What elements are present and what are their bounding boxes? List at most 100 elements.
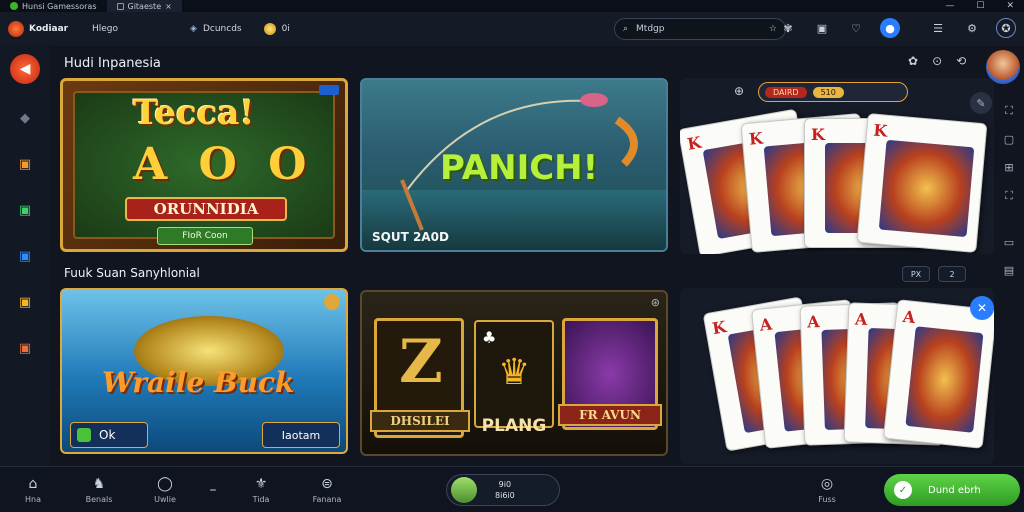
home-icon: ⌂ xyxy=(28,475,38,492)
playing-card-rank: A xyxy=(806,312,820,332)
nav-balance[interactable]: ◈ Dcuncds xyxy=(190,24,242,34)
cube-gold-icon[interactable]: ▣ xyxy=(13,290,37,314)
games-icon: ♞ xyxy=(92,475,106,492)
minimize-button[interactable]: — xyxy=(945,1,954,11)
settings-icon[interactable]: ⚙ xyxy=(962,18,982,38)
wallet-text: 9i0 8i6i0 xyxy=(495,479,515,501)
grid-icon[interactable]: ⊞ xyxy=(1004,161,1013,174)
settings-gear-icon[interactable]: ✿ xyxy=(908,54,918,68)
bottom-nav-support[interactable]: ◎ Fuss xyxy=(794,476,860,504)
treasure-title: Tecca! xyxy=(133,93,255,133)
browser-tab-2[interactable]: Gitaeste × xyxy=(106,0,182,12)
crop-icon[interactable]: ⛶ xyxy=(1005,189,1013,203)
playing-card-rank: K xyxy=(685,132,703,154)
fish-slot-title: Wraile Buck xyxy=(102,366,295,399)
cube-orange-icon[interactable]: ▣ xyxy=(13,152,37,176)
game-card-fish-slot[interactable]: Wraile Buck Ok Iaotam xyxy=(60,288,348,454)
tab-square-icon xyxy=(116,2,124,10)
coin-balance-value: 0i xyxy=(281,24,290,34)
cube-multi-icon[interactable]: ▣ xyxy=(13,336,37,360)
slot-panel-right-label: FR AVUN xyxy=(558,404,662,426)
browser-tab-1[interactable]: Hunsi Gamessoras xyxy=(0,0,107,12)
right-toolbar: ⛶ ▢ ⊞ ⛶ ▭ ▤ xyxy=(994,104,1024,277)
menu-icon[interactable]: ☰ xyxy=(928,18,948,38)
fish-slot-ok-button[interactable]: Ok xyxy=(70,422,148,448)
deposit-icon: ✓ xyxy=(894,481,912,499)
game-card-cards-top[interactable]: DAIRD 510 ⊕ ✎ K K K K xyxy=(680,78,994,254)
cards-close-icon[interactable]: ✕ xyxy=(970,296,994,320)
game-card-cards-bottom[interactable]: K A A A A ✕ xyxy=(680,288,994,464)
playing-card-rank: K xyxy=(710,317,728,339)
game-card-slot-panels[interactable]: Z DHSILEI ♣ ♛ PLANG FR AVUN ⊛ xyxy=(360,290,668,456)
treasure-play-button[interactable]: FIoR Coon xyxy=(157,227,253,245)
playing-card-art xyxy=(905,326,984,433)
fish-slot-right-button[interactable]: Iaotam xyxy=(262,422,340,448)
cube-green-icon[interactable]: ▣ xyxy=(13,198,37,222)
diamond-icon: ◈ xyxy=(190,24,197,34)
frame-icon[interactable]: ▢ xyxy=(1004,133,1014,146)
section-top-icons: ✿ ⊙ ⟲ xyxy=(908,54,966,68)
support-icon: ◎ xyxy=(820,475,834,492)
search-input[interactable]: ⌕ Mtdgp ☆ xyxy=(614,18,786,40)
game-card-fishing[interactable]: PANICH! SQUT 2A0D xyxy=(360,78,668,252)
bottom-nav-divider: – xyxy=(198,482,228,498)
deposit-button[interactable]: ✓ Dund ebrh xyxy=(884,474,1020,506)
chip-two[interactable]: 2 xyxy=(938,266,966,282)
cards-top-badge: DAIRD 510 xyxy=(758,82,908,102)
info-icon[interactable]: ⊙ xyxy=(932,54,942,68)
promo-icon: ⊜ xyxy=(321,475,333,492)
slot-corner-icon: ⊛ xyxy=(650,296,660,309)
brand-logo[interactable]: Kodiaar xyxy=(0,21,92,37)
playing-card-rank: K xyxy=(748,128,764,149)
badge-icon xyxy=(319,85,339,95)
dash-icon: – xyxy=(209,481,217,498)
brand-mark-icon xyxy=(8,21,24,37)
tab-close-icon[interactable]: × xyxy=(165,2,172,11)
heart-icon[interactable]: ♡ xyxy=(846,18,866,38)
flame-icon: ♛ xyxy=(498,352,531,393)
slot-panel-left-label: DHSILEI xyxy=(370,410,470,432)
globe-icon[interactable]: ✾ xyxy=(778,18,798,38)
list-icon[interactable]: ▤ xyxy=(1004,264,1014,277)
search-icon: ⌕ xyxy=(623,24,629,34)
chip-px[interactable]: PX xyxy=(902,266,930,282)
star-icon[interactable]: ☆ xyxy=(769,24,777,34)
tab-1-label: Hunsi Gamessoras xyxy=(22,1,97,11)
box-icon[interactable]: ▭ xyxy=(1004,236,1014,249)
wallet-line1: 9i0 xyxy=(498,480,512,489)
bottom-nav-tabs[interactable]: ⚜ Tida xyxy=(228,476,294,504)
playing-card-rank: A xyxy=(901,306,917,328)
cards-info-icon[interactable]: ⊕ xyxy=(734,84,744,98)
slot-corner-icon xyxy=(324,294,340,310)
bottom-nav-home[interactable]: ⌂ Hna xyxy=(0,476,66,504)
chip-two-label: 2 xyxy=(949,269,955,279)
maximize-button[interactable]: ☐ xyxy=(976,1,984,11)
coin-balance[interactable]: 0i xyxy=(263,23,290,35)
gallery-icon[interactable]: ▣ xyxy=(812,18,832,38)
bottom-nav-chat[interactable]: ◯ Uwlie xyxy=(132,476,198,504)
arrow-icon[interactable]: ◆ xyxy=(13,106,37,130)
share-icon[interactable]: ⟲ xyxy=(956,54,966,68)
close-window-button[interactable]: ✕ xyxy=(1006,1,1014,11)
wallet-widget[interactable]: 9i0 8i6i0 xyxy=(446,474,560,506)
fishing-title: PANICH! xyxy=(440,148,599,188)
home-icon[interactable]: ◀ xyxy=(10,54,40,84)
expand-icon[interactable]: ⛶ xyxy=(1005,104,1013,118)
bottom-navigation-bar: ⌂ Hna ♞ Benals ◯ Uwlie – ⚜ Tida ⊜ Fanana… xyxy=(0,466,1024,512)
badge-label: DAIRD xyxy=(765,86,807,98)
nav-help[interactable]: Hlego xyxy=(92,24,118,34)
profile-icon[interactable]: ✪ xyxy=(996,18,1016,38)
window-controls: — ☐ ✕ xyxy=(945,1,1024,11)
section-second-title: Fuuk Suan Sanyhlonial xyxy=(64,266,200,280)
cube-blue-icon[interactable]: ▣ xyxy=(13,244,37,268)
bottom-nav-games[interactable]: ♞ Benals xyxy=(66,476,132,504)
game-card-treasure[interactable]: Tecca! A O O ORUNNIDIA FIoR Coon xyxy=(60,78,348,252)
playing-card-rank: A xyxy=(758,314,773,335)
wallet-line2: 8i6i0 xyxy=(495,491,515,500)
coin-icon xyxy=(263,23,276,35)
playing-card-rank: A xyxy=(854,309,868,329)
bottom-nav-promo[interactable]: ⊜ Fanana xyxy=(294,476,360,504)
notification-icon[interactable]: ● xyxy=(880,18,900,38)
playing-card: A xyxy=(882,299,994,449)
cards-compass-icon[interactable]: ✎ xyxy=(970,92,992,114)
